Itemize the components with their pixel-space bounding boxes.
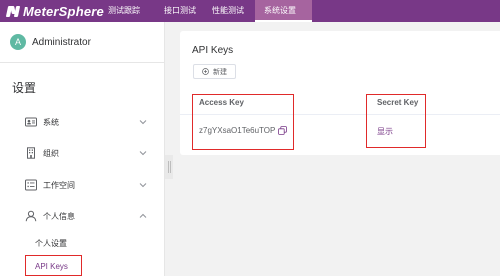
new-button-label: 新建 xyxy=(213,68,227,76)
chevron-down-icon xyxy=(139,120,147,125)
highlight-box-secret-key xyxy=(366,94,426,148)
sidebar-item-label: 个人信息 xyxy=(43,211,75,221)
main-nav: 测试跟踪 接口测试 性能测试 系统设置 xyxy=(98,0,312,22)
id-card-icon xyxy=(25,117,37,127)
sidebar-item-personal-info[interactable]: 个人信息 xyxy=(0,206,165,226)
sidebar-item-label: 系统 xyxy=(43,117,59,127)
sidebar-item-system[interactable]: 系统 xyxy=(0,112,165,132)
api-keys-card: API Keys 新建 Access Key Secret Key z7gYXs… xyxy=(180,31,500,155)
sidebar-divider xyxy=(0,62,165,63)
sidebar-subitem-personal-settings[interactable]: 个人设置 xyxy=(0,237,165,251)
top-navbar: MeterSphere 测试跟踪 接口测试 性能测试 系统设置 xyxy=(0,0,500,22)
page-title: API Keys xyxy=(192,45,234,56)
user-icon xyxy=(25,210,37,222)
nav-performance-test[interactable]: 性能测试 xyxy=(203,0,255,22)
list-icon xyxy=(25,179,37,191)
plus-circle-icon xyxy=(202,68,209,75)
app-logo[interactable]: MeterSphere xyxy=(5,3,104,19)
sidebar-item-workspace[interactable]: 工作空间 xyxy=(0,175,165,195)
sidebar-resize-handle[interactable] xyxy=(165,155,173,179)
chevron-up-icon xyxy=(139,213,147,218)
new-api-key-button[interactable]: 新建 xyxy=(193,64,236,79)
building-icon xyxy=(27,147,35,159)
highlight-box-access-key xyxy=(192,94,294,150)
nav-system-settings[interactable]: 系统设置 xyxy=(255,0,312,22)
sidebar-title: 设置 xyxy=(12,81,37,95)
metersphere-logo-icon xyxy=(5,4,21,18)
chevron-down-icon xyxy=(139,151,147,156)
nav-test-track[interactable]: 测试跟踪 xyxy=(98,0,162,22)
current-user: A Administrator xyxy=(10,34,91,50)
sidebar-item-label: 工作空间 xyxy=(43,180,75,190)
chevron-down-icon xyxy=(139,183,147,188)
nav-api-test[interactable]: 接口测试 xyxy=(162,0,203,22)
highlight-box-api-keys xyxy=(25,255,82,276)
sidebar-item-label: 组织 xyxy=(43,148,59,158)
user-name: Administrator xyxy=(32,36,91,48)
settings-sidebar: A Administrator 设置 系统 组织 工作空间 个人信息 个人设置 … xyxy=(0,22,165,276)
sidebar-item-organization[interactable]: 组织 xyxy=(0,143,165,163)
logo-text: MeterSphere xyxy=(23,3,104,19)
avatar: A xyxy=(10,34,26,50)
